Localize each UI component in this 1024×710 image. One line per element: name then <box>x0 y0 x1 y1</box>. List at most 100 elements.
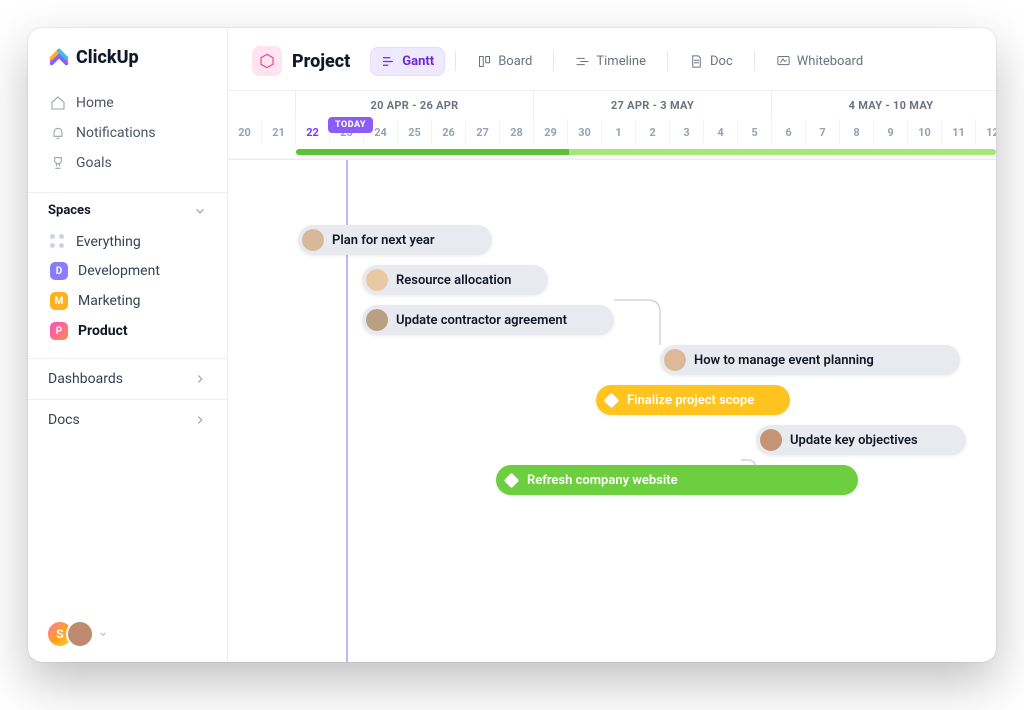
page-title: Project <box>292 51 350 72</box>
task-update-objectives[interactable]: Update key objectives <box>756 425 966 455</box>
day-cell: 7 <box>806 119 840 145</box>
space-badge: P <box>50 322 68 340</box>
day-cell: 1 <box>602 119 636 145</box>
whiteboard-icon <box>776 54 791 69</box>
task-manage-event-planning[interactable]: How to manage event planning <box>660 345 960 375</box>
trophy-icon <box>50 155 66 171</box>
nav-label: Home <box>76 95 114 111</box>
task-finalize-scope[interactable]: Finalize project scope <box>596 385 790 415</box>
view-tab-gantt[interactable]: Gantt <box>370 47 445 76</box>
space-label: Development <box>78 263 160 279</box>
view-tab-doc[interactable]: Doc <box>678 47 744 76</box>
space-badge: D <box>50 262 68 280</box>
app-window: ClickUp Home Notifications Goals Spaces <box>28 28 996 662</box>
range-pad <box>228 91 296 119</box>
task-row: Refresh company website <box>228 460 996 500</box>
view-tab-label: Doc <box>710 54 733 69</box>
task-update-contractor-agreement[interactable]: Update contractor agreement <box>362 305 614 335</box>
task-plan-for-next-year[interactable]: Plan for next year <box>298 225 492 255</box>
task-row: How to manage event planning <box>228 340 996 380</box>
logo-text: ClickUp <box>76 47 139 68</box>
timeline-icon <box>575 54 590 69</box>
chevron-down-icon <box>193 204 207 218</box>
board-icon <box>477 54 492 69</box>
range-cell: 4 MAY - 10 MAY <box>772 91 996 119</box>
task-row: Plan for next year <box>228 220 996 260</box>
nav-label: Goals <box>76 155 112 171</box>
task-refresh-website[interactable]: Refresh company website <box>496 465 858 495</box>
task-row: Update key objectives <box>228 420 996 460</box>
space-item-development[interactable]: D Development <box>46 256 209 286</box>
task-label: Finalize project scope <box>627 393 754 408</box>
day-cell: 3 <box>670 119 704 145</box>
task-row: Update contractor agreement <box>228 300 996 340</box>
day-cell: 8 <box>840 119 874 145</box>
timeline-ranges: 20 APR - 26 APR 27 APR - 3 MAY 4 MAY - 1… <box>228 91 996 119</box>
day-cell: 6 <box>772 119 806 145</box>
space-badge: M <box>50 292 68 310</box>
bell-icon <box>50 125 66 141</box>
range-cell: 27 APR - 3 MAY <box>534 91 772 119</box>
task-label: Refresh company website <box>527 473 678 488</box>
doc-icon <box>689 54 704 69</box>
day-cell: 25 <box>398 119 432 145</box>
avatar <box>664 349 686 371</box>
space-label: Marketing <box>78 293 141 309</box>
space-item-marketing[interactable]: M Marketing <box>46 286 209 316</box>
main: Project Gantt Board Timeline <box>228 28 996 662</box>
chevron-right-icon <box>193 372 207 386</box>
spaces-header[interactable]: Spaces <box>28 192 227 224</box>
timeline-header: 20 APR - 26 APR 27 APR - 3 MAY 4 MAY - 1… <box>228 90 996 160</box>
day-cell: 21 <box>262 119 296 145</box>
view-tab-label: Gantt <box>402 54 434 69</box>
day-cell: 4 <box>704 119 738 145</box>
avatar <box>302 229 324 251</box>
nav-label: Notifications <box>76 125 156 141</box>
day-cell: 9 <box>874 119 908 145</box>
milestone-icon <box>604 392 620 408</box>
avatar <box>760 429 782 451</box>
task-row: Resource allocation <box>228 260 996 300</box>
progress-strip: TODAY <box>228 145 996 159</box>
gantt-icon <box>381 54 396 69</box>
separator <box>754 51 755 71</box>
avatar <box>66 620 94 648</box>
day-cell: 28 <box>500 119 534 145</box>
title-chip[interactable]: Project <box>248 42 360 80</box>
task-label: Update key objectives <box>790 433 918 448</box>
view-tab-label: Timeline <box>596 54 646 69</box>
sidebar: ClickUp Home Notifications Goals Spaces <box>28 28 228 662</box>
topbar: Project Gantt Board Timeline <box>228 28 996 90</box>
day-cell: 10 <box>908 119 942 145</box>
day-cell: 30 <box>568 119 602 145</box>
milestone-icon <box>504 472 520 488</box>
sidebar-docs[interactable]: Docs <box>28 399 227 440</box>
project-icon <box>252 46 282 76</box>
sidebar-dashboards[interactable]: Dashboards <box>28 358 227 399</box>
logo-icon <box>48 46 70 68</box>
today-pill: TODAY <box>328 117 373 133</box>
gantt-area[interactable]: Plan for next year Resource allocation U… <box>228 160 996 662</box>
spaces-header-label: Spaces <box>48 203 91 218</box>
view-tab-timeline[interactable]: Timeline <box>564 47 657 76</box>
day-cell: 12 <box>976 119 996 145</box>
spaces-list: Everything D Development M Marketing P P… <box>28 224 227 358</box>
nav-home[interactable]: Home <box>46 88 209 118</box>
space-label: Product <box>78 323 128 339</box>
day-cell: 22 <box>296 119 330 145</box>
presence[interactable]: S <box>46 620 108 648</box>
avatar <box>366 309 388 331</box>
nav-notifications[interactable]: Notifications <box>46 118 209 148</box>
range-cell: 20 APR - 26 APR <box>296 91 534 119</box>
task-resource-allocation[interactable]: Resource allocation <box>362 265 548 295</box>
task-label: Resource allocation <box>396 273 511 288</box>
view-tab-board[interactable]: Board <box>466 47 543 76</box>
space-item-product[interactable]: P Product <box>46 316 209 346</box>
day-cell: 29 <box>534 119 568 145</box>
space-item-everything[interactable]: Everything <box>46 228 209 256</box>
day-cell: 20 <box>228 119 262 145</box>
caret-down-icon <box>98 629 108 639</box>
sidebar-row-label: Docs <box>48 412 80 428</box>
nav-goals[interactable]: Goals <box>46 148 209 178</box>
view-tab-whiteboard[interactable]: Whiteboard <box>765 47 874 76</box>
